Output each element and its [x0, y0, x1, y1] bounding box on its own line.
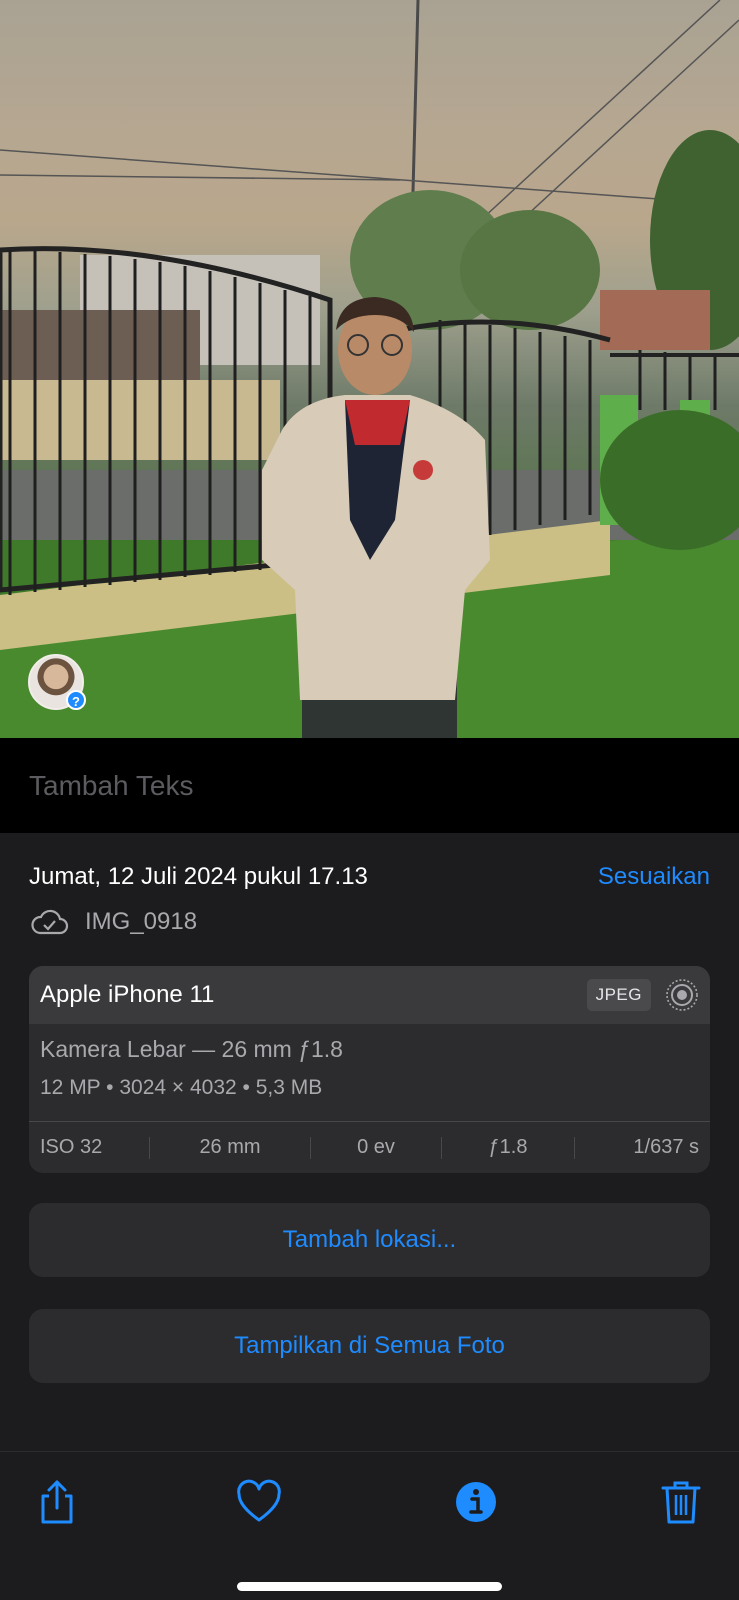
- home-indicator[interactable]: [237, 1582, 502, 1591]
- photo-image: [0, 0, 739, 738]
- file-name: IMG_0918: [85, 908, 198, 935]
- exif-aperture: ƒ1.8: [488, 1136, 528, 1158]
- unknown-person-icon: ?: [66, 690, 86, 710]
- device-name: Apple iPhone 11: [40, 981, 215, 1008]
- camera-card-header: Apple iPhone 11 JPEG: [29, 966, 710, 1024]
- caption-area[interactable]: Tambah Teks: [0, 738, 739, 833]
- live-photo-icon[interactable]: [665, 978, 699, 1012]
- bottom-toolbar: [0, 1451, 739, 1600]
- image-specs: 12 MP • 3024 × 4032 • 5,3 MB: [40, 1076, 323, 1099]
- heart-icon[interactable]: [235, 1478, 283, 1526]
- cloud-check-icon: [31, 909, 69, 935]
- show-in-all-photos-button[interactable]: Tampilkan di Semua Foto: [29, 1309, 710, 1383]
- exif-row: ISO 32 26 mm 0 ev ƒ1.8 1/637 s: [29, 1122, 710, 1173]
- exif-focal-length: 26 mm: [199, 1136, 261, 1158]
- add-location-button[interactable]: Tambah lokasi...: [29, 1203, 710, 1277]
- exif-iso: ISO 32: [40, 1136, 103, 1158]
- file-info-row: IMG_0918: [29, 904, 197, 940]
- trash-icon[interactable]: [657, 1478, 705, 1526]
- exif-exposure-value: 0 ev: [357, 1136, 395, 1158]
- lens-info: Kamera Lebar — 26 mm ƒ1.8: [40, 1036, 343, 1062]
- info-icon[interactable]: [452, 1478, 500, 1526]
- share-icon[interactable]: [33, 1478, 81, 1526]
- camera-info-card: Apple iPhone 11 JPEG Kamera Lebar — 26 m…: [29, 966, 710, 1173]
- exif-shutter-speed: 1/637 s: [633, 1136, 699, 1158]
- adjust-date-button[interactable]: Sesuaikan: [598, 863, 710, 891]
- info-panel: Jumat, 12 Juli 2024 pukul 17.13 Sesuaika…: [0, 833, 739, 1451]
- capture-date: Jumat, 12 Juli 2024 pukul 17.13: [29, 863, 368, 890]
- people-detection-badge[interactable]: ?: [28, 654, 86, 710]
- caption-placeholder[interactable]: Tambah Teks: [29, 770, 193, 802]
- photo-viewer[interactable]: ?: [0, 0, 739, 738]
- format-badge: JPEG: [586, 979, 651, 1011]
